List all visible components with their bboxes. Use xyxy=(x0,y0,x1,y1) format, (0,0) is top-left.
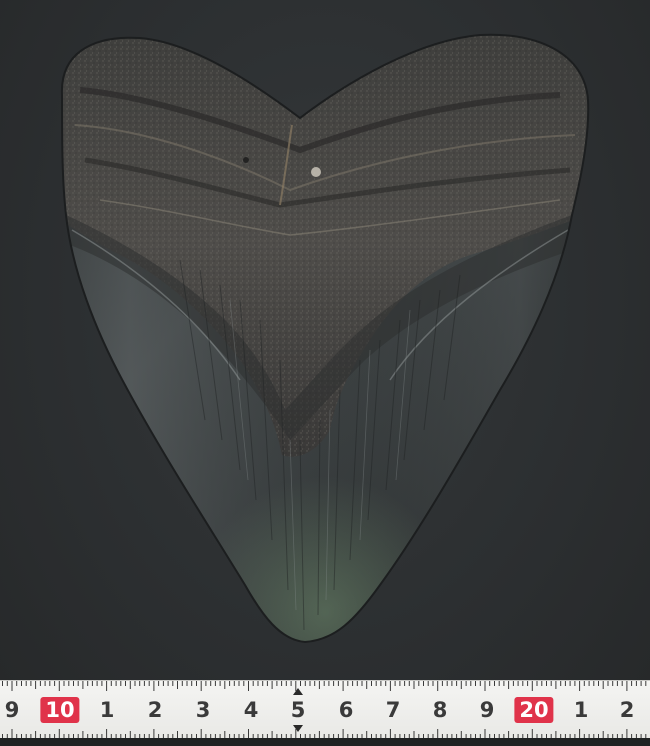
ruler-label: 8 xyxy=(432,698,448,722)
ruler-label: 7 xyxy=(385,698,401,722)
ruler-center-mark-top-icon xyxy=(293,688,303,695)
ruler-label: 2 xyxy=(619,698,635,722)
ruler-label: 4 xyxy=(243,698,259,722)
ruler-label: 5 xyxy=(290,698,306,722)
ruler-label-highlight: 20 xyxy=(514,697,554,723)
ruler-label: 3 xyxy=(195,698,211,722)
ruler-center-mark-bottom-icon xyxy=(293,725,303,732)
ruler-label: 9 xyxy=(4,698,20,722)
ruler-label: 1 xyxy=(99,698,115,722)
measuring-ruler: 9 10 1 2 3 4 5 6 7 8 9 20 1 2 xyxy=(0,680,650,739)
ruler-label: 1 xyxy=(573,698,589,722)
ruler-edge xyxy=(0,738,650,746)
product-photo: 9 10 1 2 3 4 5 6 7 8 9 20 1 2 xyxy=(0,0,650,746)
ruler-label: 2 xyxy=(147,698,163,722)
ruler-label: 6 xyxy=(338,698,354,722)
shark-tooth-fossil xyxy=(60,33,590,644)
ruler-label-highlight: 10 xyxy=(40,697,80,723)
ruler-label: 9 xyxy=(479,698,495,722)
